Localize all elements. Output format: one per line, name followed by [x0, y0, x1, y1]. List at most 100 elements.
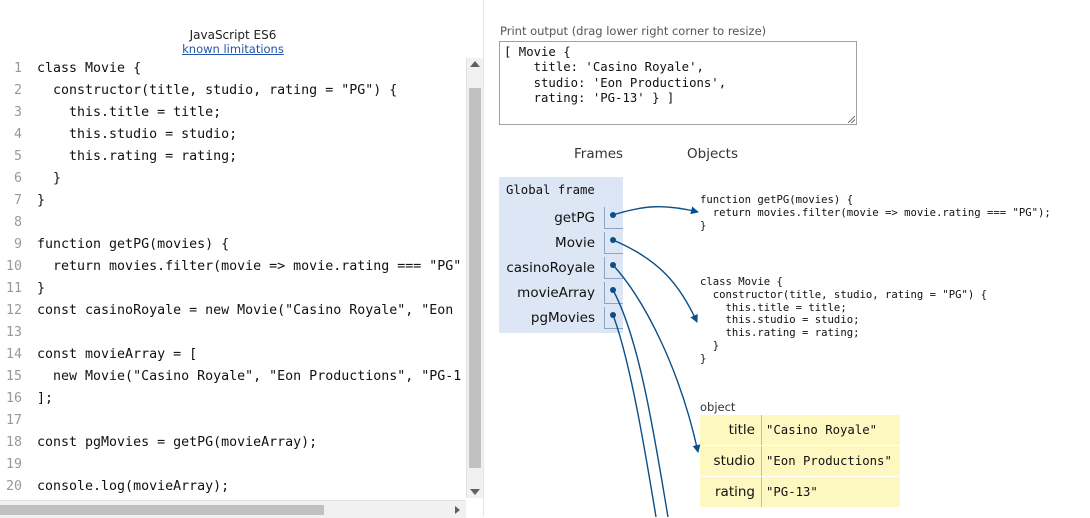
code-line: 7}	[0, 190, 466, 212]
variable-name: casinoRoyale	[506, 260, 595, 276]
global-frame-label: Global frame	[506, 183, 595, 197]
object-property-row: rating "PG-13"	[700, 476, 900, 508]
editor-header: JavaScript ES6 known limitations	[0, 28, 466, 56]
code-line: 11}	[0, 278, 466, 300]
line-number: 16	[5, 391, 22, 406]
code-line: 10 return movies.filter(movie => movie.r…	[0, 256, 466, 278]
line-code: new Movie("Casino Royale", "Eon Producti…	[37, 369, 462, 384]
property-key: studio	[700, 445, 762, 477]
variable-name: getPG	[554, 210, 595, 226]
line-number: 5	[13, 149, 22, 164]
code-line: 18 const pgMovies = getPG(movieArray);	[0, 432, 466, 454]
property-value: "PG-13"	[761, 476, 900, 508]
object-instance: title "Casino Royale" studio "Eon Produc…	[700, 415, 900, 508]
pointer-dot-icon	[610, 212, 616, 218]
code-editor[interactable]: 1 class Movie { 2 constructor(title, stud…	[0, 58, 466, 498]
line-code: const pgMovies = getPG(movieArray);	[37, 435, 318, 450]
scroll-up-arrow-icon[interactable]	[470, 61, 480, 67]
line-number: 10	[5, 259, 22, 274]
line-code: }	[37, 193, 46, 208]
class-movie-object: class Movie { constructor(title, studio,…	[700, 276, 988, 365]
line-code: ];	[37, 391, 54, 406]
line-number: 12	[5, 303, 22, 318]
line-number: 2	[13, 83, 22, 98]
line-number: 3	[13, 105, 22, 120]
print-output-box[interactable]: [ Movie { title: 'Casino Royale', studio…	[499, 41, 857, 125]
object-type-label: object	[700, 400, 736, 414]
variable-name: pgMovies	[530, 310, 595, 326]
line-code: this.title = title;	[37, 105, 222, 120]
variable-pointer-slot	[604, 232, 623, 254]
scroll-right-arrow-icon[interactable]	[455, 506, 460, 514]
code-line: 9 function getPG(movies) {	[0, 234, 466, 256]
code-line: 20 console.log(movieArray);	[0, 476, 466, 498]
variable-pointer-slot	[604, 282, 623, 304]
line-number: 7	[13, 193, 22, 208]
frames-header: Frames	[574, 146, 624, 162]
panel-divider	[483, 0, 484, 517]
arrow-casinoroyale-to-object	[612, 264, 701, 453]
line-number: 6	[13, 171, 22, 186]
variable-pointer-slot	[604, 307, 623, 329]
code-line: 19	[0, 454, 466, 476]
global-frame: Global frame getPG Movie casinoRoyale mo…	[499, 177, 623, 333]
pointer-dot-icon	[610, 262, 616, 268]
known-limitations-link[interactable]: known limitations	[182, 42, 284, 56]
code-line: 5 this.rating = rating;	[0, 146, 466, 168]
line-number: 13	[5, 325, 22, 340]
resize-handle-icon[interactable]	[848, 116, 855, 123]
arrow-getpg-to-function	[612, 206, 699, 216]
line-number: 17	[5, 413, 22, 428]
objects-header: Objects	[687, 146, 739, 162]
variable-pointer-slot	[604, 257, 623, 279]
line-number: 18	[5, 435, 22, 450]
code-line: 12 const casinoRoyale = new Movie("Casino…	[0, 300, 466, 322]
vertical-scrollbar[interactable]	[466, 58, 483, 498]
line-number: 14	[5, 347, 22, 362]
property-key: rating	[700, 476, 762, 508]
line-number: 4	[13, 127, 22, 142]
line-code: console.log(movieArray);	[37, 479, 230, 494]
variable-name: movieArray	[517, 285, 595, 301]
pointer-dot-icon	[610, 237, 616, 243]
property-value: "Eon Productions"	[761, 445, 900, 477]
object-property-row: studio "Eon Productions"	[700, 445, 900, 477]
code-line: 3 this.title = title;	[0, 102, 466, 124]
horizontal-scrollbar[interactable]	[0, 500, 466, 518]
line-code: this.studio = studio;	[37, 127, 238, 142]
code-line: 17	[0, 410, 466, 432]
property-key: title	[700, 415, 762, 446]
line-code: const movieArray = [	[37, 347, 198, 362]
pointer-dot-icon	[610, 312, 616, 318]
print-output-text: [ Movie { title: 'Casino Royale', studio…	[504, 45, 727, 105]
line-code: constructor(title, studio, rating = "PG"…	[37, 83, 398, 98]
code-line: 8	[0, 212, 466, 234]
arrow-movie-to-class	[612, 239, 698, 323]
horizontal-scroll-thumb[interactable]	[0, 505, 324, 515]
line-number: 19	[5, 457, 22, 472]
line-code: const casinoRoyale = new Movie("Casino R…	[37, 303, 454, 318]
language-title: JavaScript ES6	[189, 28, 277, 42]
line-code: }	[37, 281, 46, 296]
line-code: class Movie {	[37, 61, 142, 76]
line-number: 11	[5, 281, 22, 296]
code-line: 13	[0, 322, 466, 344]
variable-pointer-slot	[604, 207, 623, 229]
line-number: 15	[5, 369, 22, 384]
code-line: 14 const movieArray = [	[0, 344, 466, 366]
line-code: this.rating = rating;	[37, 149, 238, 164]
variable-name: Movie	[555, 235, 595, 251]
function-getpg-object: function getPG(movies) { return movies.f…	[700, 194, 1051, 232]
scroll-down-arrow-icon[interactable]	[470, 489, 480, 495]
arrow-pgmovies-offscreen	[612, 314, 657, 517]
line-code: function getPG(movies) {	[37, 237, 230, 252]
pointer-dot-icon	[610, 287, 616, 293]
code-line: 15 new Movie("Casino Royale", "Eon Produ…	[0, 366, 466, 388]
code-line: 1 class Movie {	[0, 58, 466, 80]
code-line: 16];	[0, 388, 466, 410]
object-property-row: title "Casino Royale"	[700, 415, 900, 446]
code-line: 4 this.studio = studio;	[0, 124, 466, 146]
vertical-scroll-thumb[interactable]	[469, 88, 481, 468]
line-number: 1	[13, 61, 22, 76]
property-value: "Casino Royale"	[761, 415, 900, 446]
